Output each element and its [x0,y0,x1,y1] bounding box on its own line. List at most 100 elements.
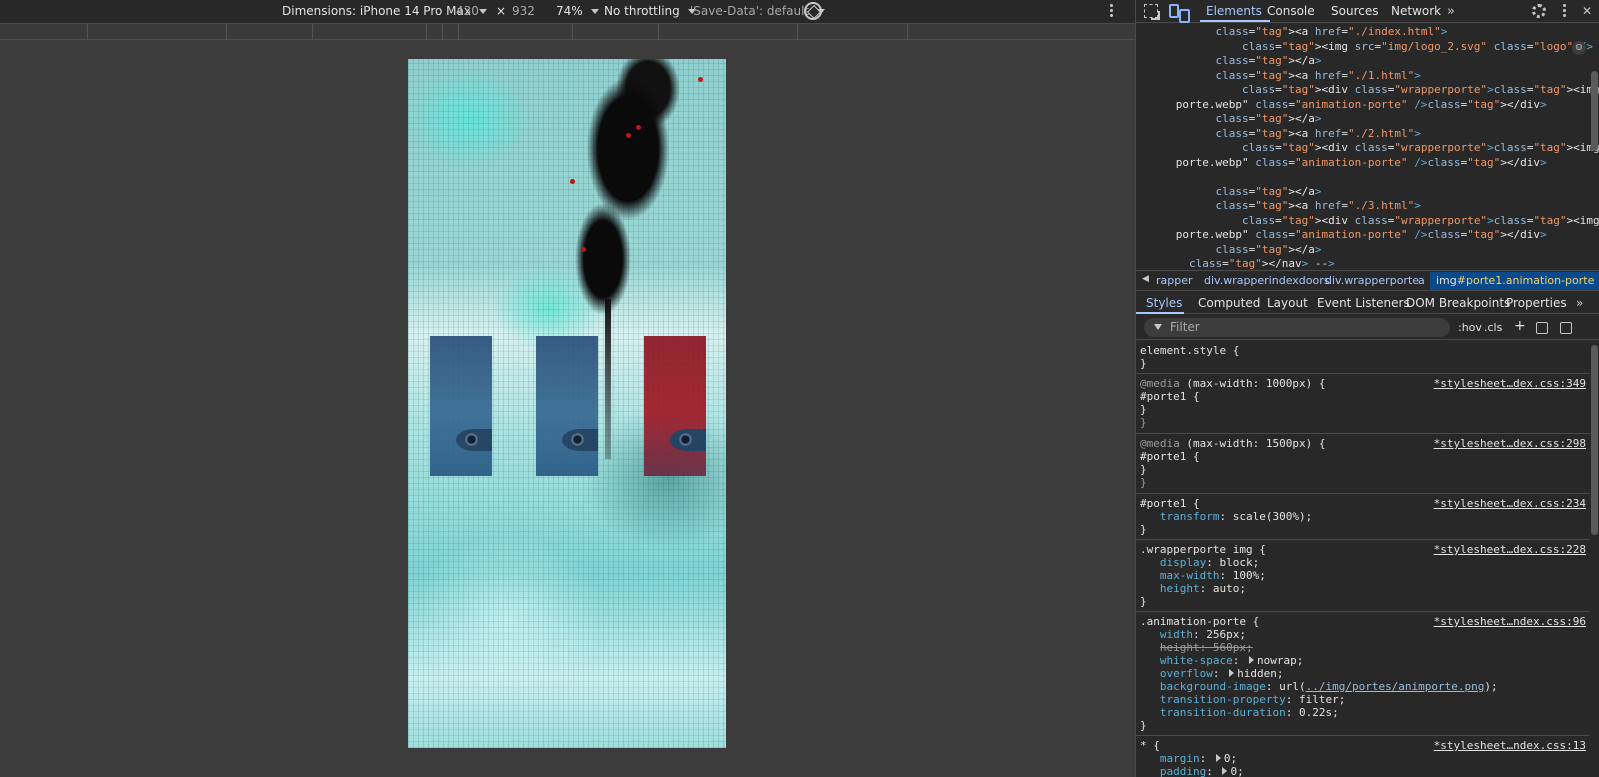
media-query-bar[interactable] [459,24,573,40]
close-icon[interactable]: ✕ [1582,4,1592,18]
expand-triangle-icon[interactable] [1215,754,1221,762]
css-declaration[interactable]: width: 256px; [1140,628,1246,641]
tab-sources[interactable]: Sources [1331,4,1378,18]
hov-toggle[interactable]: :hov [1458,321,1482,334]
zoom-select[interactable]: 74% [556,4,599,18]
device-width-input[interactable]: 430 [456,4,479,18]
breadcrumb-item[interactable]: div.wrapperindexdoors [1204,274,1330,287]
dom-node-line[interactable]: class="tag"></a> [1136,185,1321,199]
media-query-bar[interactable] [798,24,908,40]
dom-node-line[interactable]: class="tag"><img src="img/logo_2.svg" cl… [1136,40,1593,54]
css-declaration[interactable]: transition-property: filter; [1140,693,1345,706]
css-declaration[interactable]: transition-duration: 0.22s; [1140,706,1339,719]
breadcrumb-item[interactable]: rapper [1156,274,1193,287]
dom-node-line[interactable]: class="tag"></nav> --> [1136,257,1335,270]
css-declaration[interactable]: display: block; [1140,556,1259,569]
styles-rules-pane[interactable]: element.style { } @media (max-width: 100… [1136,341,1599,777]
rule-universal[interactable]: * { *stylesheet…ndex.css:13 margin: 0; p… [1136,736,1590,777]
door-2-image[interactable] [536,336,598,476]
dom-node-line[interactable]: porte.webp" class="animation-porte" />cl… [1136,98,1547,112]
tab-event-listeners[interactable]: Event Listeners [1317,296,1410,310]
expand-triangle-icon[interactable] [1229,669,1235,677]
device-height-input[interactable]: 932 [512,4,535,18]
more-tabs-icon[interactable]: » [1447,4,1455,19]
expand-triangle-icon[interactable] [1222,767,1228,775]
rule-source-link[interactable]: *stylesheet…dex.css:349 [1434,377,1586,390]
css-declaration[interactable]: height: auto; [1140,582,1246,595]
css-declaration[interactable]: background-image: url(../img/portes/anim… [1140,680,1498,693]
media-query-bar[interactable] [573,24,659,40]
rule-media-1500[interactable]: @media (max-width: 1500px) { *stylesheet… [1136,434,1590,494]
styles-filter-input[interactable]: Filter [1144,318,1450,337]
rule-wrapperporte-img[interactable]: .wrapperporte img { *stylesheet…dex.css:… [1136,540,1590,612]
throttling-select[interactable]: No throttling [604,4,696,18]
paint-brush-icon[interactable] [1536,322,1548,334]
media-query-bar[interactable] [88,24,227,40]
css-declaration-overridden[interactable]: height: 560px; [1140,641,1253,654]
breadcrumb-selected-item[interactable]: img#porte1.animation-porte [1430,272,1599,290]
media-query-bar[interactable] [227,24,313,40]
rule-animation-porte[interactable]: .animation-porte { *stylesheet…ndex.css:… [1136,612,1590,736]
tab-console[interactable]: Console [1267,4,1315,18]
rule-source-link[interactable]: *stylesheet…dex.css:234 [1434,497,1586,510]
rule-media-1000[interactable]: @media (max-width: 1000px) { *stylesheet… [1136,374,1590,434]
tab-elements[interactable]: Elements [1206,4,1262,18]
door-1-image[interactable] [430,336,492,476]
background-image-link[interactable]: ../img/portes/animporte.png [1306,680,1485,693]
inspect-element-icon[interactable] [1144,4,1158,18]
css-declaration[interactable]: margin: 0; [1140,752,1237,765]
tab-layout[interactable]: Layout [1267,296,1308,310]
css-declaration[interactable]: max-width: 100%; [1140,569,1266,582]
tab-computed[interactable]: Computed [1198,296,1260,310]
dom-node-line[interactable]: porte.webp" class="animation-porte" />cl… [1136,228,1547,242]
chevron-left-icon[interactable]: ◀ [1142,274,1149,284]
styles-scrollbar[interactable] [1591,345,1598,535]
dom-node-line[interactable]: class="tag"><a href="./3.html"> [1136,199,1420,213]
breadcrumb-item[interactable]: a [1418,274,1425,287]
expand-triangle-icon[interactable] [1248,656,1254,664]
media-query-bar[interactable] [313,24,427,40]
media-query-bar[interactable] [427,24,443,40]
cls-toggle[interactable]: .cls [1484,321,1502,334]
rule-source-link[interactable]: *stylesheet…dex.css:228 [1434,543,1586,556]
dom-node-line[interactable]: class="tag"><a href="./1.html"> [1136,69,1420,83]
dom-node-line[interactable]: class="tag"><div class="wrapperporte">cl… [1136,83,1599,97]
rotate-icon[interactable] [804,2,822,20]
media-query-bar[interactable] [659,24,798,40]
door-3-image[interactable] [644,336,706,476]
rule-source-link[interactable]: *stylesheet…dex.css:298 [1434,437,1586,450]
css-declaration[interactable]: overflow: hidden; [1140,667,1284,680]
dom-node-line[interactable]: class="tag"></a> [1136,243,1321,257]
dom-node-line[interactable]: class="tag"><div class="wrapperporte">cl… [1136,214,1599,228]
elements-scrollbar[interactable] [1591,71,1598,151]
media-query-bar[interactable] [443,24,459,40]
dom-node-line[interactable]: class="tag"><a href="./index.html"> [1136,25,1447,39]
dom-node-line[interactable]: porte.webp" class="animation-porte" />cl… [1136,156,1547,170]
tab-styles[interactable]: Styles [1146,296,1182,310]
more-tabs-icon[interactable]: » [1576,296,1583,310]
device-toggle-icon[interactable] [1169,4,1190,23]
dom-node-line[interactable]: class="tag"><div class="wrapperporte">cl… [1136,141,1599,155]
tab-properties[interactable]: Properties [1506,296,1567,310]
rule-source-link[interactable]: *stylesheet…ndex.css:13 [1434,739,1586,752]
emulated-page-screen[interactable] [408,59,726,748]
more-options-icon[interactable] [1109,3,1113,19]
rule-element-style[interactable]: element.style { } [1136,341,1590,374]
sidebar-toggle-icon[interactable] [1560,322,1572,334]
css-declaration[interactable]: transform: scale(300%); [1140,510,1312,523]
rule-porte1[interactable]: #porte1 { *stylesheet…dex.css:234 transf… [1136,494,1590,540]
dom-node-line[interactable]: class="tag"></a> [1136,54,1321,68]
rule-source-link[interactable]: *stylesheet…ndex.css:96 [1434,615,1586,628]
css-declaration[interactable]: white-space: nowrap; [1140,654,1303,667]
dom-node-line[interactable]: class="tag"></a> [1136,112,1321,126]
media-query-bar[interactable] [0,24,88,40]
gear-icon[interactable] [1532,4,1546,18]
tab-dom-breakpoints[interactable]: DOM Breakpoints [1406,296,1510,310]
elements-tree[interactable]: class="tag"><a href="./index.html"> clas… [1136,23,1599,270]
more-options-icon[interactable] [1562,3,1566,19]
css-declaration[interactable]: padding: 0; [1140,765,1244,777]
add-rule-icon[interactable]: + [1514,318,1526,334]
dom-node-line[interactable]: class="tag"><a href="./2.html"> [1136,127,1420,141]
breadcrumb-item[interactable]: div.wrapperporte [1325,274,1419,287]
accessibility-icon[interactable]: ☺ [1572,41,1586,55]
